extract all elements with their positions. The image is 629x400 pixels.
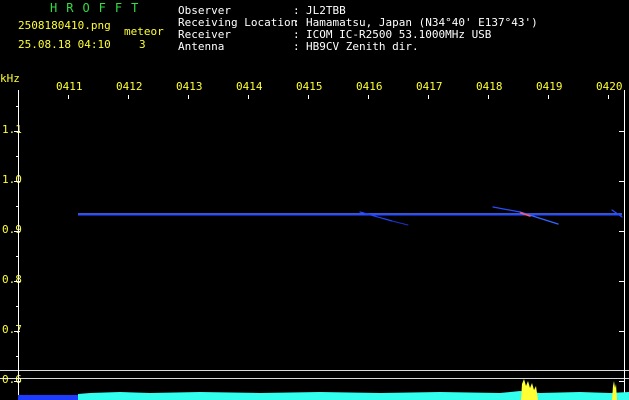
meteor-echo [492, 206, 521, 213]
meteor-echo [391, 220, 409, 226]
level-reference-lines [0, 370, 629, 379]
level-spike [612, 381, 617, 400]
meteor-echoes [359, 206, 623, 226]
spectrogram-plot [0, 90, 629, 400]
freq-axis [14, 90, 20, 400]
signal-level [18, 379, 629, 400]
freq-axis-right [619, 90, 625, 400]
level-spike [521, 379, 538, 400]
time-tick-marks [68, 95, 609, 99]
carrier-trace [78, 213, 622, 216]
